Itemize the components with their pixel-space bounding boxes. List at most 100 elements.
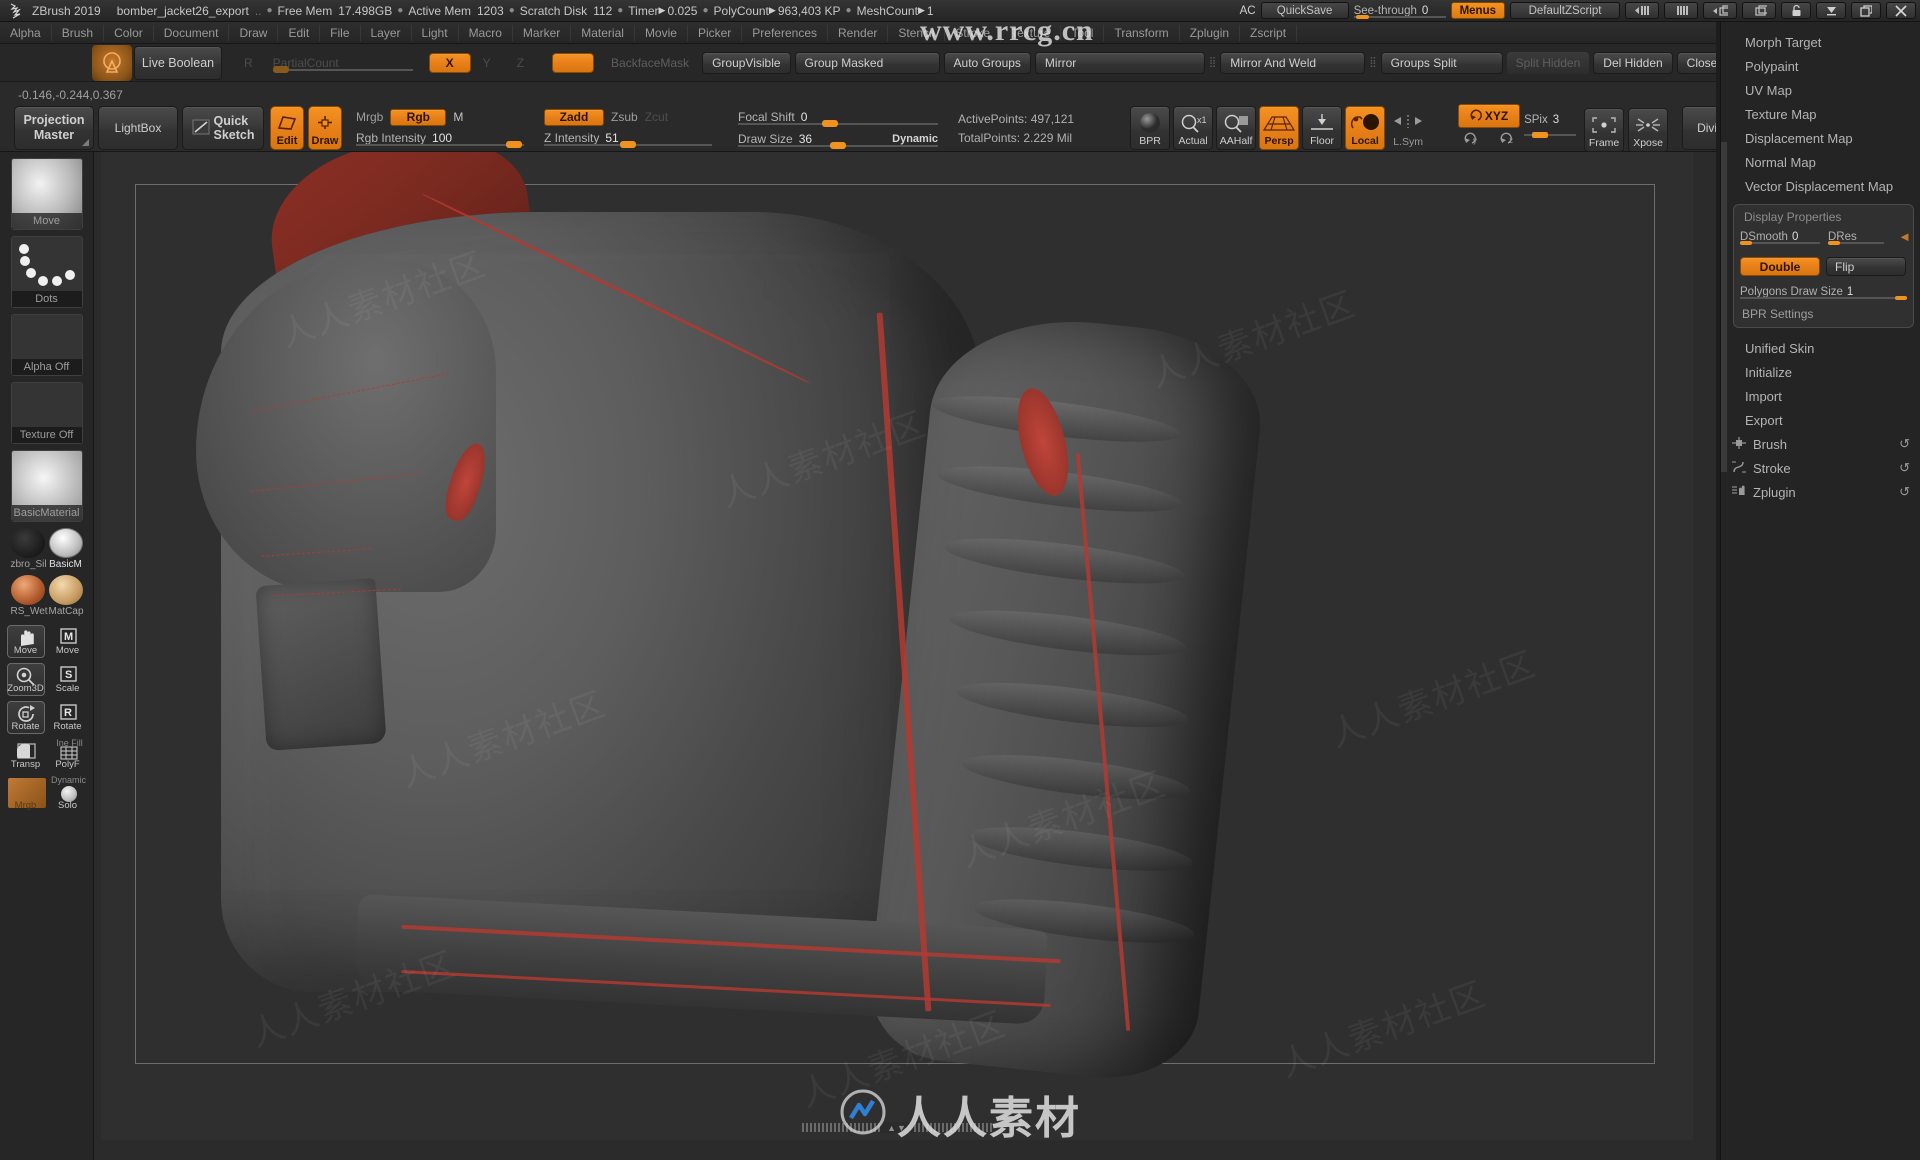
current-material-thumbnail[interactable]: BasicMaterial: [10, 450, 83, 522]
backfacemask-button[interactable]: BackfaceMask: [602, 52, 698, 74]
draw-size-slider[interactable]: Draw Size 36 Dynamic: [738, 129, 938, 149]
next-script-icon[interactable]: [1664, 2, 1698, 19]
brush-refresh-icon[interactable]: ↺: [1899, 436, 1910, 452]
slider-knob[interactable]: [822, 120, 838, 127]
uv-map-item[interactable]: UV Map: [1721, 78, 1920, 102]
draw-mode-button[interactable]: Draw: [308, 106, 342, 150]
slider-knob[interactable]: [272, 65, 289, 73]
mrgb-toggle[interactable]: Mrgb: [356, 110, 383, 124]
see-through-slider[interactable]: See-through 0: [1353, 2, 1446, 19]
menu-stroke[interactable]: Stroke: [945, 24, 1002, 41]
scroll-center-handle[interactable]: ▲▼: [880, 1122, 914, 1133]
current-alpha-thumbnail[interactable]: Alpha Off: [10, 314, 83, 376]
transparency-button[interactable]: Transp: [7, 739, 45, 772]
menu-stencil[interactable]: Stencil: [888, 24, 946, 41]
slider-knob[interactable]: [1740, 241, 1752, 245]
bpr-settings-item[interactable]: BPR Settings: [1740, 307, 1907, 321]
rotate-button[interactable]: Rotate: [6, 701, 45, 734]
zcut-toggle[interactable]: Zcut: [645, 110, 668, 124]
vector-displacement-map-item[interactable]: Vector Displacement Map: [1721, 174, 1920, 198]
current-stroke-thumbnail[interactable]: Dots: [10, 236, 83, 308]
stroke-palette-item[interactable]: Stroke ↺: [1721, 456, 1920, 480]
menu-macro[interactable]: Macro: [459, 24, 513, 41]
menu-material[interactable]: Material: [571, 24, 635, 41]
brush-palette-item[interactable]: Brush ↺: [1721, 432, 1920, 456]
dsmooth-slider[interactable]: DSmooth 0: [1740, 228, 1820, 245]
floor-button[interactable]: Floor: [1302, 106, 1343, 150]
rotate-gizmo-button[interactable]: R Rotate: [49, 701, 87, 734]
polygons-draw-size-slider[interactable]: Polygons Draw Size 1: [1740, 283, 1907, 300]
z-axis-icon[interactable]: z: [1500, 131, 1514, 150]
menu-texture[interactable]: Texture: [1001, 24, 1062, 41]
prev-script-icon[interactable]: [1625, 2, 1659, 19]
rgb-intensity-slider[interactable]: Rgb Intensity 100: [356, 128, 524, 148]
mirror-drag-handle[interactable]: ⣿: [1209, 57, 1216, 68]
texture-map-item[interactable]: Texture Map: [1721, 102, 1920, 126]
menu-zscript[interactable]: Zscript: [1240, 24, 1298, 41]
menu-layer[interactable]: Layer: [361, 24, 412, 41]
auto-groups-button[interactable]: Auto Groups: [943, 51, 1031, 74]
z-intensity-slider[interactable]: Z Intensity 51: [544, 128, 712, 148]
menu-file[interactable]: File: [320, 24, 361, 41]
lock-icon[interactable]: [1781, 2, 1811, 19]
menu-zplugin[interactable]: Zplugin: [1180, 24, 1241, 41]
zscript-selector[interactable]: DefaultZScript: [1510, 2, 1620, 19]
partial-count-slider[interactable]: PartialCount: [272, 53, 413, 73]
live-boolean-button[interactable]: Live Boolean: [134, 45, 222, 80]
menu-tool[interactable]: Tool: [1061, 24, 1105, 41]
edit-mode-button[interactable]: Edit: [270, 106, 304, 150]
bpr-button[interactable]: BPR: [1130, 106, 1171, 150]
menu-transform[interactable]: Transform: [1104, 24, 1180, 41]
current-texture-thumbnail[interactable]: Texture Off: [10, 382, 83, 444]
export-item[interactable]: Export: [1721, 408, 1920, 432]
zplugin-refresh-icon[interactable]: ↺: [1899, 484, 1910, 500]
frame-button[interactable]: Frame: [1584, 108, 1625, 152]
groups-split-button[interactable]: Groups Split: [1380, 51, 1503, 74]
stroke-refresh-icon[interactable]: ↺: [1899, 460, 1910, 476]
quick-sketch-button[interactable]: Quick Sketch: [182, 106, 264, 150]
aahalf-button[interactable]: AAHalf: [1216, 106, 1257, 150]
menu-alpha[interactable]: Alpha: [0, 24, 52, 41]
mask-toggle[interactable]: [552, 52, 595, 73]
axis-x-toggle[interactable]: X: [428, 52, 471, 73]
zplugin-palette-item[interactable]: Zplugin ↺: [1721, 480, 1920, 504]
menu-brush[interactable]: Brush: [52, 24, 105, 41]
move-tool-button[interactable]: Move: [6, 625, 45, 658]
displacement-map-item[interactable]: Displacement Map: [1721, 126, 1920, 150]
slider-knob[interactable]: [1355, 15, 1369, 19]
slider-knob[interactable]: [1828, 241, 1840, 245]
lsym-button[interactable]: L.Sym: [1388, 106, 1428, 150]
slider-knob[interactable]: [830, 142, 846, 149]
menu-draw[interactable]: Draw: [229, 24, 279, 41]
close-icon[interactable]: [1886, 2, 1916, 19]
actual-button[interactable]: x1 Actual: [1173, 106, 1214, 150]
menu-color[interactable]: Color: [104, 24, 154, 41]
y-axis-icon[interactable]: y: [1464, 131, 1478, 150]
import-item[interactable]: Import: [1721, 384, 1920, 408]
menu-preferences[interactable]: Preferences: [742, 24, 828, 41]
menu-picker[interactable]: Picker: [688, 24, 743, 41]
local-button[interactable]: Local: [1345, 106, 1386, 150]
menu-marker[interactable]: Marker: [513, 24, 572, 41]
menu-document[interactable]: Document: [154, 24, 230, 41]
normal-map-item[interactable]: Normal Map: [1721, 150, 1920, 174]
panel-scrollbar[interactable]: [1721, 142, 1727, 472]
rgb-toggle[interactable]: Rgb: [390, 108, 447, 126]
mirror-and-weld-button[interactable]: Mirror And Weld: [1220, 51, 1366, 74]
scale-gizmo-button[interactable]: S Scale: [49, 663, 87, 696]
groupvisible-button[interactable]: GroupVisible: [702, 51, 791, 74]
menu-light[interactable]: Light: [412, 24, 459, 41]
slider-knob[interactable]: [506, 140, 522, 148]
morph-target-item[interactable]: Morph Target: [1721, 30, 1920, 54]
restore-icon[interactable]: [1851, 2, 1881, 19]
slider-knob[interactable]: [1895, 296, 1907, 300]
quicksave-button[interactable]: QuickSave: [1260, 2, 1349, 19]
next-window-icon[interactable]: [1742, 2, 1776, 19]
unified-skin-item[interactable]: Unified Skin: [1721, 336, 1920, 360]
mirror-button[interactable]: Mirror: [1034, 51, 1205, 74]
solo-button[interactable]: Dynamic Solo: [49, 775, 87, 813]
flip-button[interactable]: Flip: [1826, 257, 1906, 276]
material-swatch-rs-wet[interactable]: RS_Wet: [10, 575, 48, 617]
split-hidden-button[interactable]: Split Hidden: [1506, 51, 1590, 74]
axis-y-toggle[interactable]: Y: [483, 56, 491, 70]
